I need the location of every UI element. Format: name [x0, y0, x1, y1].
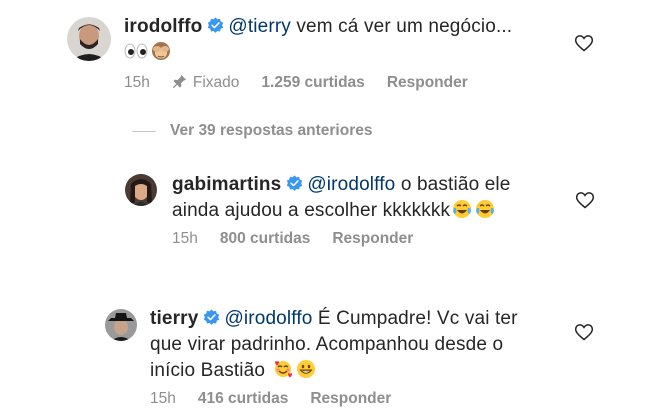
comment-text: É Cumpadre! Vc vai ter — [312, 308, 518, 329]
heart-icon[interactable] — [575, 190, 595, 210]
comment-text-line-2: que virar padrinho. Acompanhou desde o — [150, 334, 504, 355]
view-replies-label: Ver 39 respostas anteriores — [170, 122, 373, 139]
see-no-evil-monkey-emoji — [152, 42, 170, 60]
grinning-face-emoji — [297, 360, 316, 378]
username[interactable]: gabimartins — [172, 174, 281, 195]
username[interactable]: irodolffo — [124, 16, 202, 37]
mention-link[interactable]: @tierry — [228, 16, 291, 37]
tears-of-joy-emoji — [476, 200, 495, 218]
heart-icon[interactable] — [574, 322, 594, 342]
verified-badge-icon — [287, 175, 303, 191]
reply-button[interactable]: Responder — [387, 74, 468, 91]
verified-badge-icon — [204, 309, 220, 325]
comment-text: o bastião ele — [395, 174, 511, 195]
pin-icon — [172, 74, 186, 89]
reply-button[interactable]: Responder — [310, 390, 391, 407]
pinned-text: Fixado — [192, 74, 240, 91]
likes-count[interactable]: 416 curtidas — [198, 390, 288, 407]
verified-badge-icon — [208, 17, 224, 33]
view-replies-button[interactable]: Ver 39 respostas anteriores — [132, 122, 372, 140]
avatar[interactable] — [125, 174, 157, 206]
pinned-label: Fixado — [172, 74, 240, 91]
likes-count[interactable]: 1.259 curtidas — [261, 74, 364, 91]
username[interactable]: tierry — [150, 308, 198, 329]
heart-icon[interactable] — [574, 33, 594, 53]
avatar[interactable] — [67, 17, 111, 61]
mention-link[interactable]: @irodolffo — [224, 308, 312, 329]
comment-text-line-3: início Bastião — [150, 360, 266, 381]
eyes-emoji — [124, 43, 148, 59]
smiling-face-with-hearts-emoji — [275, 361, 293, 378]
comment-time[interactable]: 15h — [124, 74, 150, 91]
avatar[interactable] — [105, 309, 137, 341]
likes-count[interactable]: 800 curtidas — [220, 230, 310, 247]
comment-text: vem cá ver um negócio... — [290, 16, 513, 37]
comment-time[interactable]: 15h — [172, 230, 198, 247]
comment-time[interactable]: 15h — [150, 390, 176, 407]
reply-button[interactable]: Responder — [332, 230, 413, 247]
mention-link[interactable]: @irodolffo — [307, 174, 395, 195]
divider — [132, 130, 156, 132]
comment-text-line-2: ainda ajudou a escolher kkkkkkk — [172, 200, 451, 221]
tears-of-joy-emoji — [453, 200, 472, 218]
